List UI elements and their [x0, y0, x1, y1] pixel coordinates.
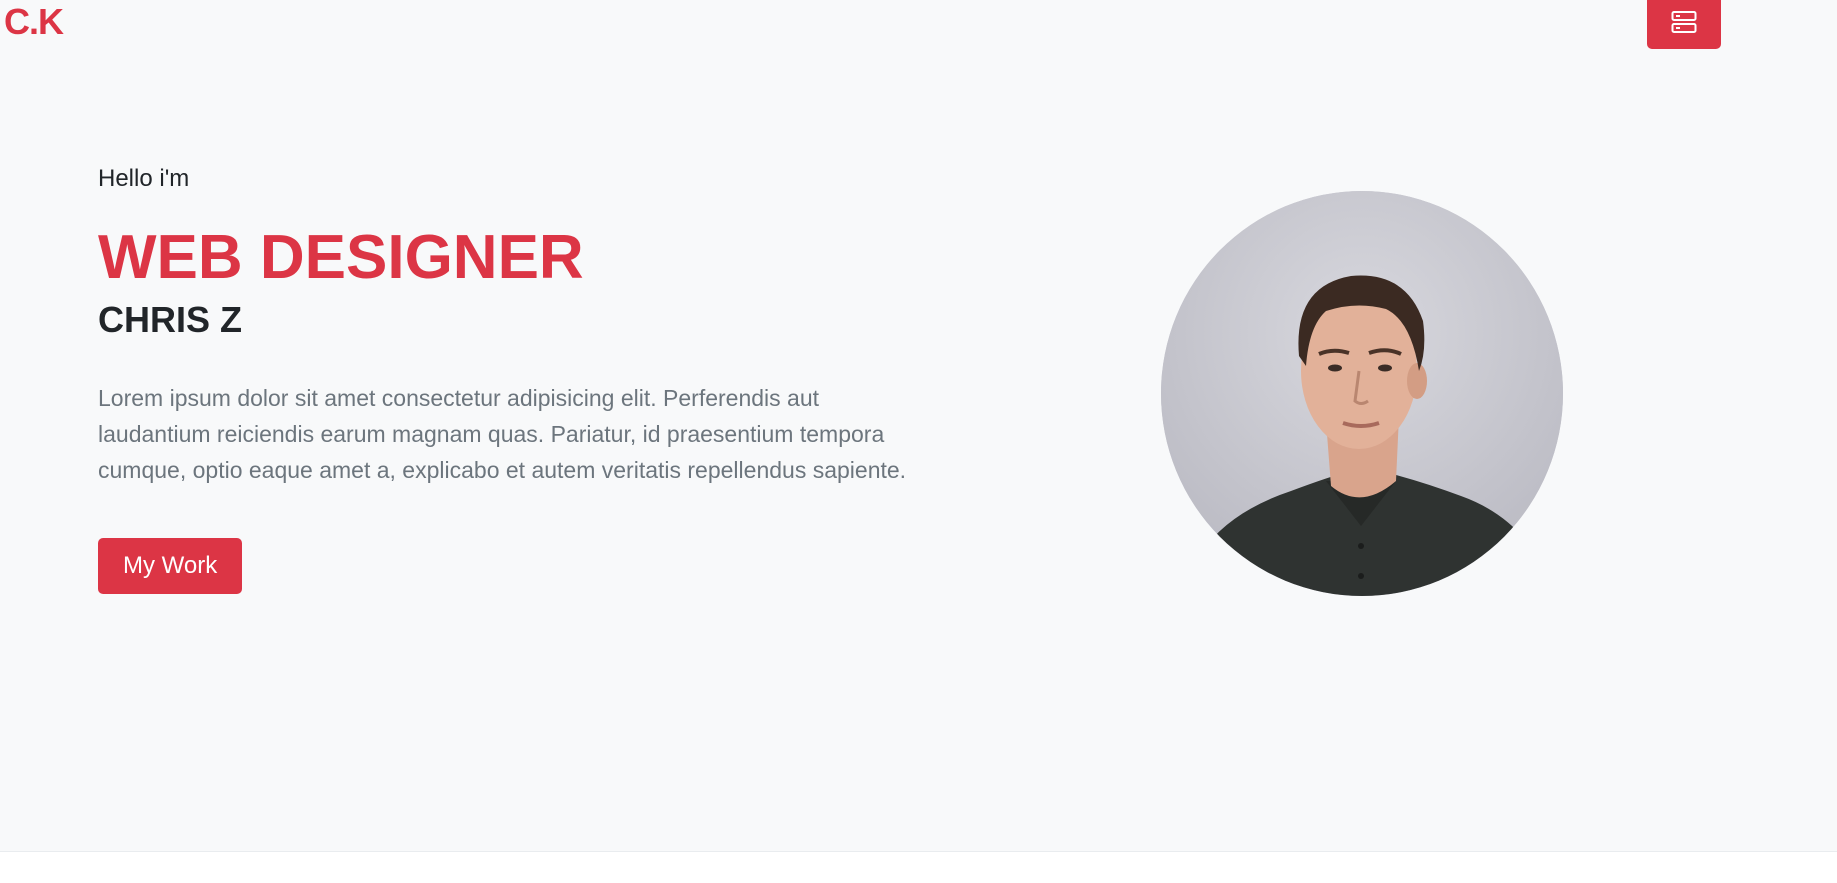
greeting-text: Hello i'm — [98, 165, 190, 192]
role-heading: WEB DESIGNER — [98, 223, 584, 292]
brand-logo[interactable]: C.K — [4, 2, 64, 42]
hero-page: C.K Hello i'm WEB DESIGNER CHRIS Z Lorem… — [0, 0, 1837, 852]
my-work-button[interactable]: My Work — [98, 538, 243, 594]
menu-toggle-button[interactable] — [1647, 0, 1721, 49]
name-heading: CHRIS Z — [98, 299, 242, 340]
bio-text: Lorem ipsum dolor sit amet consectetur a… — [98, 385, 907, 483]
hero-content: Hello i'm WEB DESIGNER CHRIS Z Lorem ips… — [98, 162, 938, 594]
server-stack-icon — [1671, 10, 1697, 39]
profile-photo — [1161, 191, 1563, 596]
